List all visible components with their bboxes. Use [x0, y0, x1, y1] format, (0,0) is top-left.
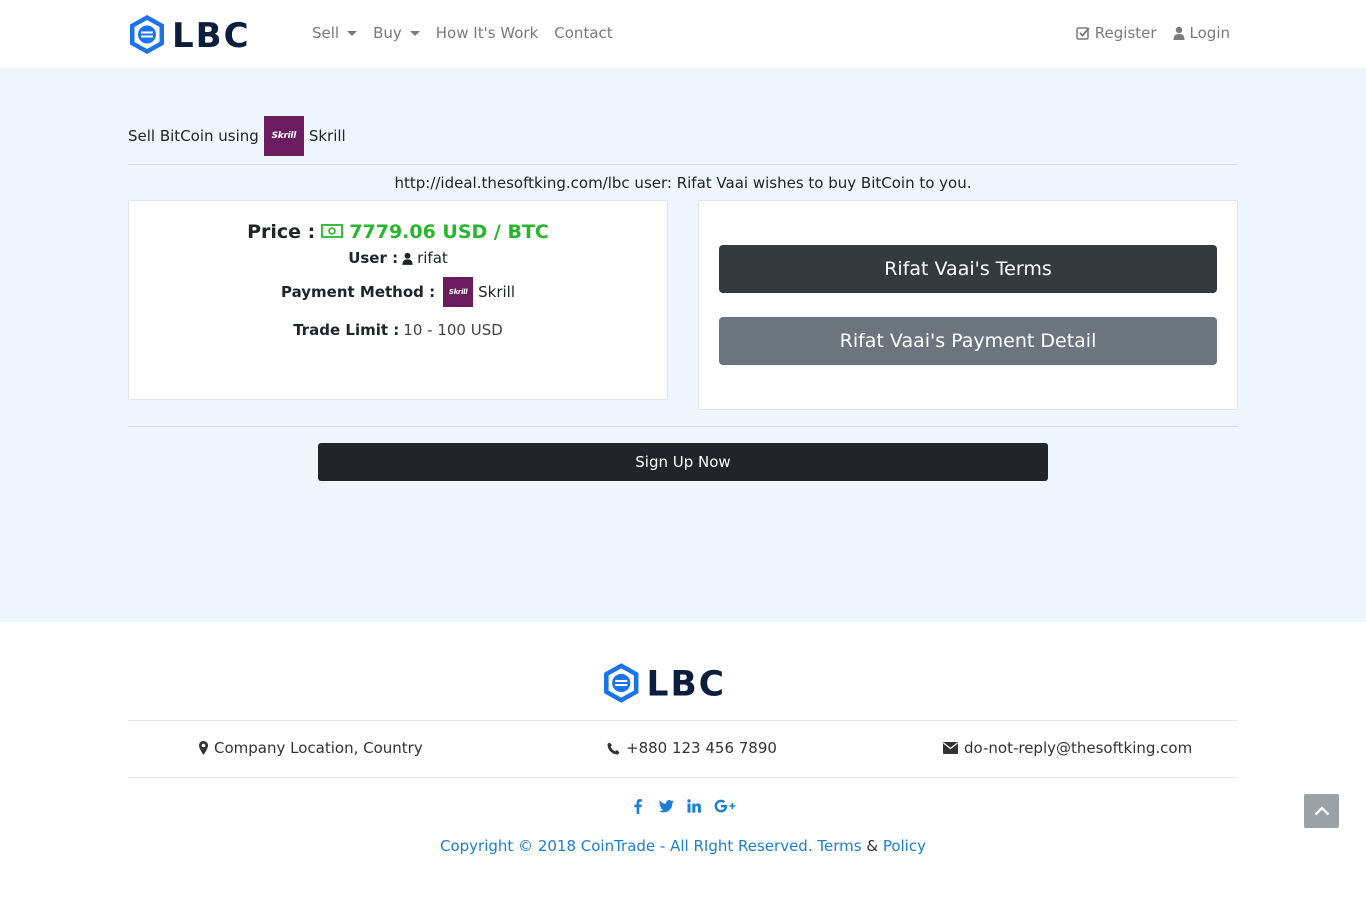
caret-down-icon: [409, 30, 420, 36]
price-value: 7779.06 USD / BTC: [349, 221, 549, 243]
back-to-top-button[interactable]: [1304, 794, 1339, 828]
nav-buy[interactable]: Buy: [373, 24, 420, 42]
footer-lbc-logo[interactable]: LBC: [602, 661, 764, 705]
policy-link[interactable]: Policy: [883, 837, 926, 855]
offer-actions-card: Rifat Vaai's Terms Rifat Vaai's Payment …: [698, 200, 1238, 410]
login-label: Login: [1189, 24, 1230, 42]
contact-email: do-not-reply@thesoftking.com: [943, 739, 1192, 757]
map-marker-icon: [199, 741, 208, 755]
social-links: [0, 797, 1366, 815]
terms-link[interactable]: Terms: [817, 837, 861, 855]
divider: [128, 164, 1238, 165]
price-row: Price : 7779.06 USD / BTC: [129, 221, 667, 243]
user-label: User :: [348, 249, 399, 267]
ampersand: &: [866, 837, 879, 855]
svg-text:LBC: LBC: [647, 665, 726, 705]
phone-text[interactable]: +880 123 456 7890: [626, 739, 777, 757]
register-link[interactable]: Register: [1076, 24, 1157, 42]
divider: [128, 720, 1238, 721]
user-icon: [402, 252, 413, 265]
register-label: Register: [1094, 24, 1157, 42]
contact-row: Company Location, Country +880 123 456 7…: [128, 739, 1238, 759]
caret-down-icon: [347, 30, 358, 36]
payment-method-row: Payment Method : Skrill Skrill: [129, 277, 667, 307]
price-value-wrap: 7779.06 USD / BTC: [321, 221, 549, 243]
nav-how-label: How It's Work: [435, 24, 539, 42]
terms-button[interactable]: Rifat Vaai's Terms: [719, 245, 1217, 293]
offer-info-line: http://ideal.thesoftking.com/lbc user: R…: [394, 174, 972, 192]
trade-limit-value: 10 - 100 USD: [403, 321, 503, 339]
skrill-logo: Skrill: [443, 277, 474, 307]
lbc-logo[interactable]: LBC: [128, 13, 288, 56]
copyright-text: Copyright © 2018 CoinTrade - All RIght R…: [440, 837, 813, 855]
skrill-logo: Skrill: [263, 116, 304, 156]
navbar: LBC Sell Buy How It's Work Contact Regis…: [0, 0, 1366, 68]
user-value[interactable]: rifat: [417, 249, 448, 267]
payment-detail-button[interactable]: Rifat Vaai's Payment Detail: [719, 317, 1217, 365]
linkedin-icon[interactable]: [686, 797, 702, 815]
auth-nav: Register Login: [1060, 24, 1230, 42]
sign-up-button[interactable]: Sign Up Now: [318, 443, 1048, 481]
facebook-icon[interactable]: [630, 797, 646, 815]
nav-sell[interactable]: Sell: [312, 24, 358, 42]
location-text: Company Location, Country: [214, 739, 423, 757]
offer-details-card: Price : 7779.06 USD / BTC User : rifat P…: [128, 200, 668, 400]
heading-prefix: Sell BitCoin using: [128, 127, 259, 145]
user-row: User : rifat: [129, 249, 667, 267]
user-icon: [1173, 26, 1185, 40]
footer: LBC Company Location, Country +880 123 4…: [0, 622, 1366, 898]
main-section: Sell BitCoin using Skrill Skrill http://…: [0, 68, 1366, 622]
envelope-icon: [943, 742, 958, 754]
copyright: Copyright © 2018 CoinTrade - All RIght R…: [0, 837, 1366, 855]
google-plus-icon[interactable]: [714, 797, 736, 815]
check-square-icon: [1076, 26, 1090, 40]
email-text[interactable]: do-not-reply@thesoftking.com: [964, 739, 1192, 757]
heading-method: Skrill: [308, 127, 346, 145]
nav-contact-label: Contact: [554, 24, 613, 42]
nav-how-it-works[interactable]: How It's Work: [436, 24, 539, 42]
contact-location: Company Location, Country: [199, 739, 423, 757]
page-heading: Sell BitCoin using Skrill Skrill: [128, 116, 346, 156]
nav-buy-label: Buy: [373, 24, 402, 42]
chevron-up-icon: [1314, 806, 1330, 816]
trade-limit-row: Trade Limit : 10 - 100 USD: [129, 321, 667, 339]
contact-phone: +880 123 456 7890: [607, 739, 777, 757]
login-link[interactable]: Login: [1173, 24, 1230, 42]
divider: [128, 777, 1238, 778]
money-icon: [321, 221, 349, 243]
divider: [128, 426, 1238, 427]
price-label: Price :: [247, 221, 316, 243]
nav-contact[interactable]: Contact: [554, 24, 612, 42]
phone-icon: [607, 742, 620, 755]
trade-limit-label: Trade Limit :: [293, 321, 400, 339]
main-nav: Sell Buy How It's Work Contact: [312, 24, 629, 42]
twitter-icon[interactable]: [658, 797, 674, 815]
svg-text:LBC: LBC: [172, 16, 251, 56]
payment-method-label: Payment Method :: [280, 283, 436, 301]
payment-method-value: Skrill: [478, 283, 515, 301]
nav-sell-label: Sell: [312, 24, 340, 42]
